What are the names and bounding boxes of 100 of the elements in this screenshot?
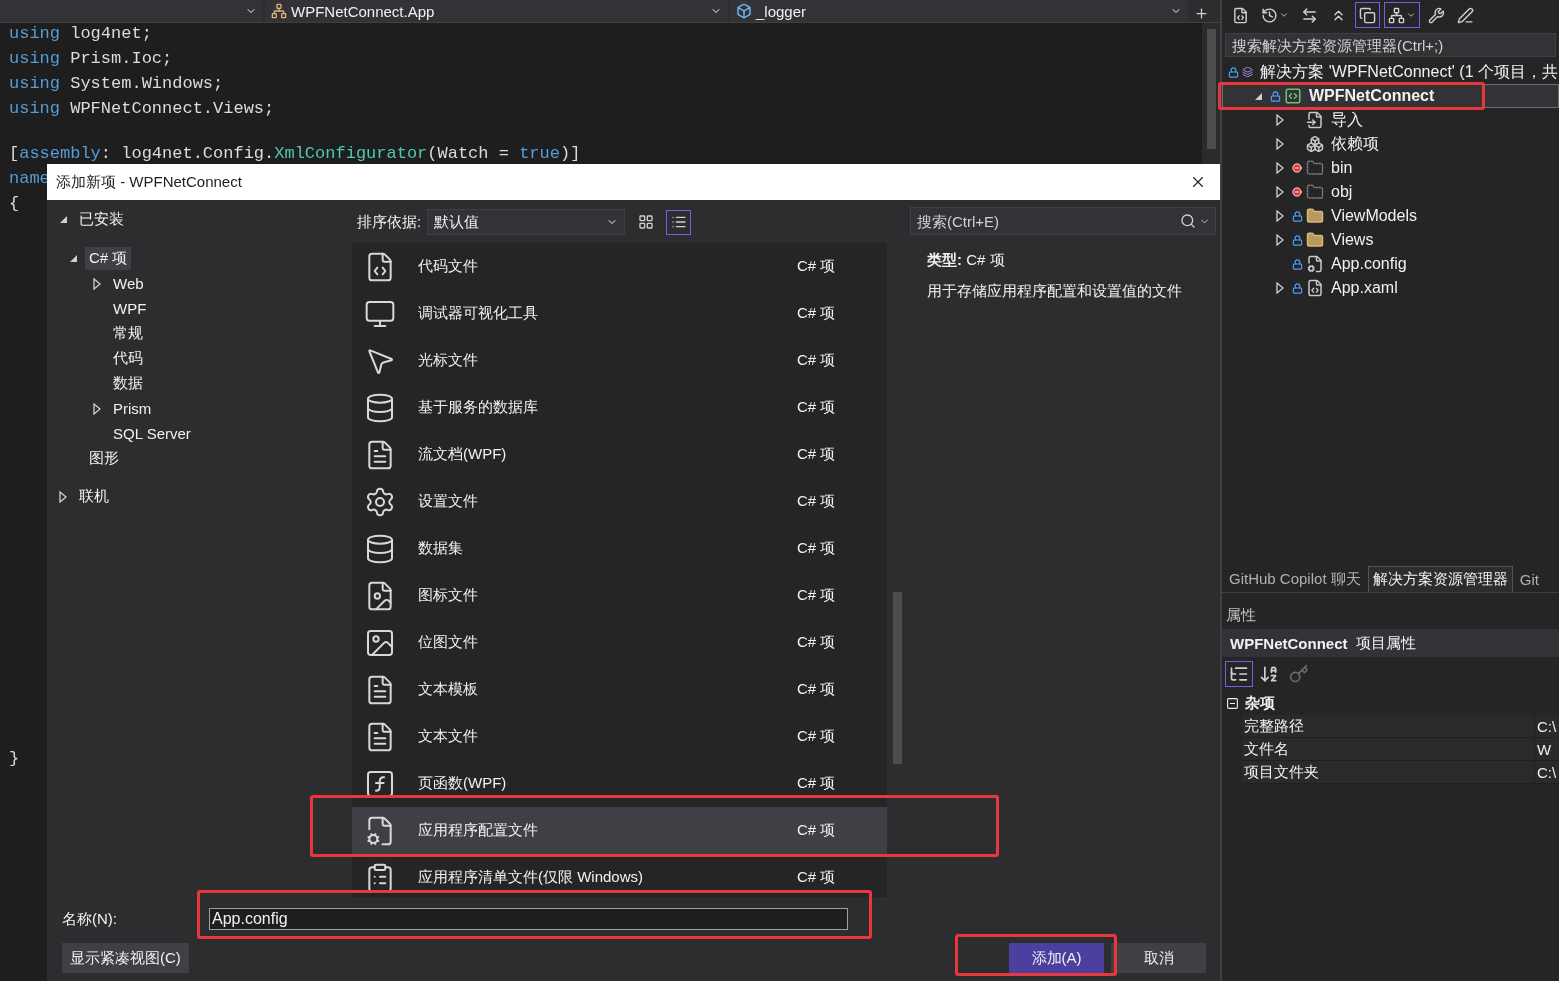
property-name: 项目文件夹 [1242,761,1535,783]
collapsed-caret-icon[interactable] [1276,114,1284,126]
collapsed-caret-icon[interactable] [93,402,101,415]
database-icon [364,532,396,565]
tree-item[interactable]: 导入 [1222,108,1559,132]
template-item[interactable]: 应用程序清单文件(仅限 Windows) C# 项 [352,854,887,897]
property-name: 文件名 [1242,738,1535,760]
categorized-list-icon [1229,664,1249,684]
network-icon [271,3,287,19]
list-view-icon [670,214,687,230]
settings-icon [364,485,396,518]
tree-item[interactable]: 解决方案 'WPFNetConnect' (1 个项目，共 [1222,60,1559,84]
template-item[interactable]: 图标文件 C# 项 [352,572,887,619]
folder-icon [1306,159,1324,177]
collapsed-caret-icon[interactable] [1276,234,1284,246]
code-line: using log4net; [9,23,152,45]
expanded-caret-icon[interactable] [68,254,78,263]
tree-item[interactable]: bin [1222,156,1559,180]
code-line: } [9,748,20,770]
add-button[interactable]: 添加(A) [1009,943,1104,973]
template-item[interactable]: 调试器可视化工具 C# 项 [352,290,887,337]
category-item[interactable]: Web [109,273,148,294]
view-toggle-button[interactable] [666,209,692,235]
expanded-caret-icon[interactable] [1253,91,1263,101]
category-item[interactable]: 常规 [109,322,147,345]
sync-arrows-icon [1301,6,1318,24]
collapsed-caret-icon[interactable] [1276,162,1284,174]
category-label: 杂项 [1245,693,1275,713]
collapsed-caret-icon[interactable] [59,490,67,503]
category-item[interactable]: SQL Server [109,423,195,444]
code-line: using WPFNetConnect.Views; [9,98,275,120]
name-field[interactable]: App.config [209,908,848,930]
template-item[interactable]: 文本文件 C# 项 [352,713,887,760]
template-item[interactable]: 数据集 C# 项 [352,525,887,572]
minus-circle-icon [1292,163,1302,173]
search-field[interactable]: 搜索解决方案资源管理器(Ctrl+;) [1225,33,1556,57]
toolbar-button[interactable] [1384,2,1420,28]
tree-item[interactable]: ViewModels [1222,204,1559,228]
history-icon [1261,6,1278,24]
expanded-caret-icon[interactable] [58,215,68,224]
collapsed-caret-icon[interactable] [1276,210,1284,222]
tree-item[interactable]: WPFNetConnect [1222,84,1559,108]
code-line: using System.Windows; [9,73,224,95]
panel-tab[interactable]: Git [1514,566,1544,592]
member-dropdown[interactable]: _logger [730,0,1190,22]
database-icon [364,391,396,424]
wrench-icon [1428,6,1445,24]
grid-view-icon [637,214,654,230]
template-item[interactable]: 文本模板 C# 项 [352,666,887,713]
template-item[interactable]: 光标文件 C# 项 [352,337,887,384]
template-item[interactable]: 流文档(WPF) C# 项 [352,431,887,478]
category-item[interactable]: 联机 [75,485,113,508]
code-line: name [9,168,50,190]
import-file-icon [1306,111,1324,129]
search-field[interactable]: 搜索(Ctrl+E) [910,207,1216,235]
panel-tab[interactable]: 解决方案资源管理器 [1367,566,1513,592]
template-item[interactable]: 代码文件 C# 项 [352,243,887,290]
collapsed-caret-icon[interactable] [1276,186,1284,198]
category-item[interactable]: 图形 [85,447,123,470]
property-name: 完整路径 [1242,715,1535,737]
property-value: C:\ [1536,716,1558,737]
lock-icon [1291,282,1303,294]
dialog-title: 添加新项 - WPFNetConnect [56,172,242,192]
panel-tab[interactable]: GitHub Copilot 聊天 [1224,566,1366,592]
category-item[interactable]: C# 项 [85,247,132,270]
category-item[interactable]: Prism [109,398,156,419]
copy-icon [1359,6,1376,24]
compact-view-button[interactable]: 显示紧凑视图(C) [62,943,189,973]
collapsed-caret-icon[interactable] [93,277,101,290]
tree-item[interactable]: App.xaml [1222,276,1559,300]
folder-icon [1306,231,1324,249]
collapse-icon[interactable] [1226,696,1239,710]
toolbar-button[interactable] [1225,661,1253,687]
lock-icon [1269,90,1281,102]
template-item[interactable]: 应用程序配置文件 C# 项 [352,807,887,854]
category-item[interactable]: WPF [109,298,151,319]
category-item[interactable]: 数据 [109,372,147,395]
template-item[interactable]: 位图文件 C# 项 [352,619,887,666]
template-item[interactable]: 基于服务的数据库 C# 项 [352,384,887,431]
code-icon [1284,87,1302,105]
lock-icon [1291,234,1303,246]
template-item[interactable]: 设置文件 C# 项 [352,478,887,525]
template-item[interactable]: 页函数(WPF) C# 项 [352,760,887,807]
cancel-button[interactable]: 取消 [1111,943,1206,973]
code-file-icon [1306,279,1324,297]
object-type: 项目属性 [1355,633,1416,653]
category-item[interactable]: 代码 [109,347,147,370]
tree-item[interactable]: Views [1222,228,1559,252]
sort-dropdown[interactable]: 默认值 [427,209,626,235]
tree-item[interactable]: obj [1222,180,1559,204]
toolbar-button[interactable] [1355,2,1380,28]
minus-circle-icon [1292,187,1302,197]
class-dropdown[interactable]: WPFNetConnect.App [265,0,730,22]
tree-item[interactable]: App.config [1222,252,1559,276]
category-item[interactable]: 已安装 [75,208,128,231]
sort-icon [1259,664,1279,684]
collapsed-caret-icon[interactable] [1276,282,1284,294]
collapsed-caret-icon[interactable] [1276,138,1284,150]
tree-item[interactable]: 依赖项 [1222,132,1559,156]
code-file-icon [1232,6,1249,24]
